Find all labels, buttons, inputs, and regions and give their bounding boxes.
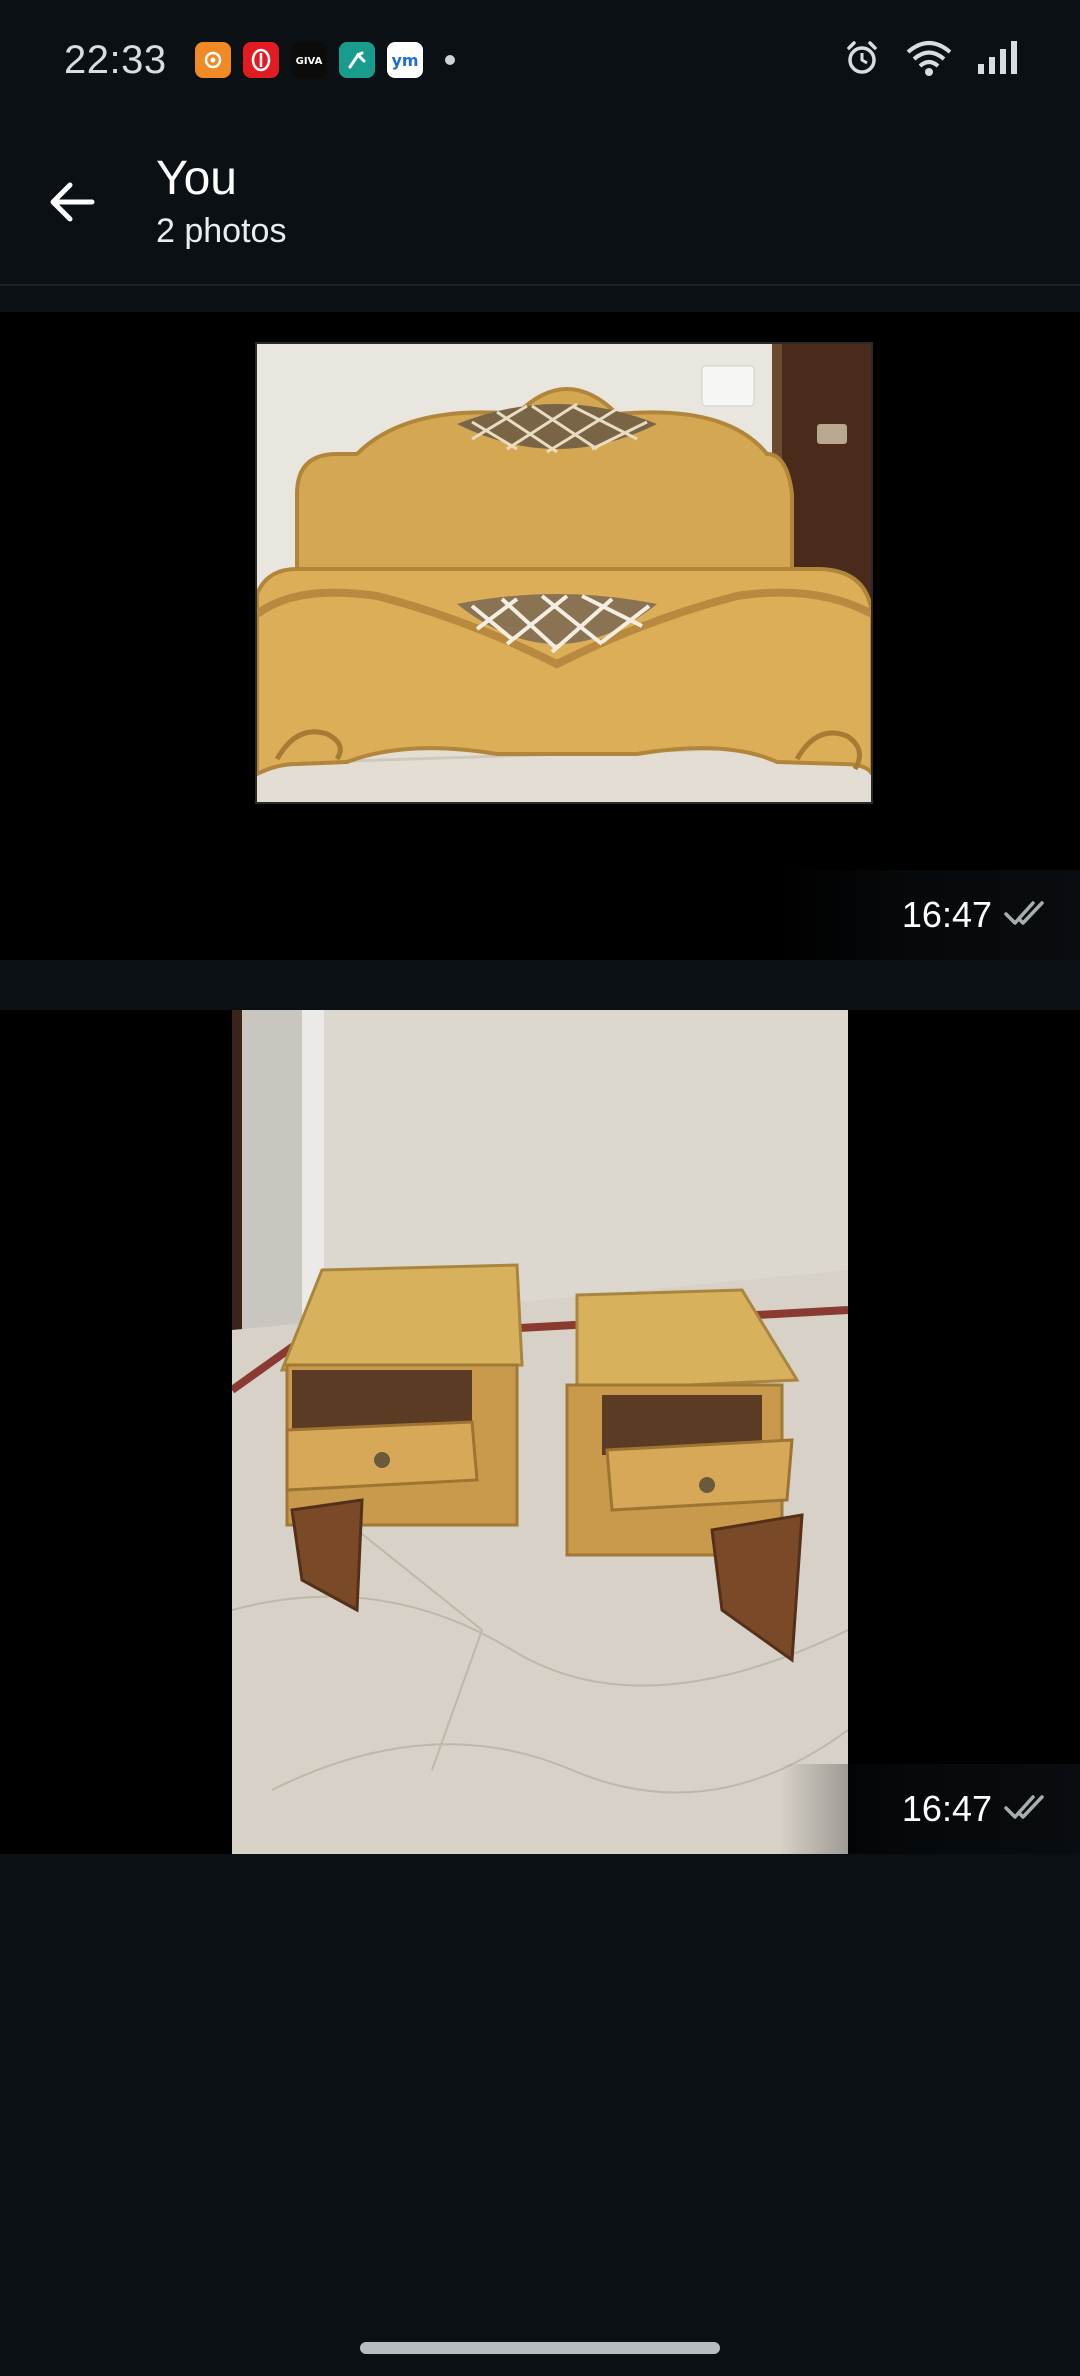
gesture-navigation-bar[interactable] [360,2342,720,2354]
bed-photo[interactable] [255,342,873,804]
app-orange-icon [194,42,231,78]
alarm-icon [842,38,882,83]
bedside-tables-photo-image [232,1010,848,1854]
system-icons [842,38,1020,83]
bedside-tables-photo[interactable] [232,1010,848,1854]
timestamp-overlay: 16:47 [780,870,1080,960]
arrow-left-icon [50,182,95,222]
double-check-icon [1002,897,1050,934]
giva-icon: GIVA [290,42,327,78]
bed-photo-image [257,344,871,802]
double-check-icon [1002,1791,1050,1828]
media-item[interactable]: 16:47 [0,1010,1080,1854]
wifi-icon [904,38,954,83]
app-header: You 2 photos [0,120,1080,286]
ym-icon: ym [386,42,423,78]
status-time: 22:33 [64,37,167,82]
page-subtitle: 2 photos [156,211,287,250]
media-item[interactable]: 16:47 [0,312,1080,960]
svg-text:ym: ym [391,51,418,70]
svg-text:GIVA: GIVA [295,56,322,67]
notification-icons: GIVA ym [194,42,455,78]
header-text: You 2 photos [156,152,287,251]
timestamp-overlay: 16:47 [780,1764,1080,1854]
back-button[interactable] [32,162,112,242]
signal-icon [976,38,1020,83]
status-bar: 22:33 GIVA ym [0,0,1080,120]
more-notifications-dot [444,55,455,65]
timestamp: 16:47 [901,1788,992,1829]
app-red-icon [242,42,279,78]
timestamp: 16:47 [901,894,992,935]
page-title: You [156,152,237,206]
app-teal-icon [338,42,375,78]
